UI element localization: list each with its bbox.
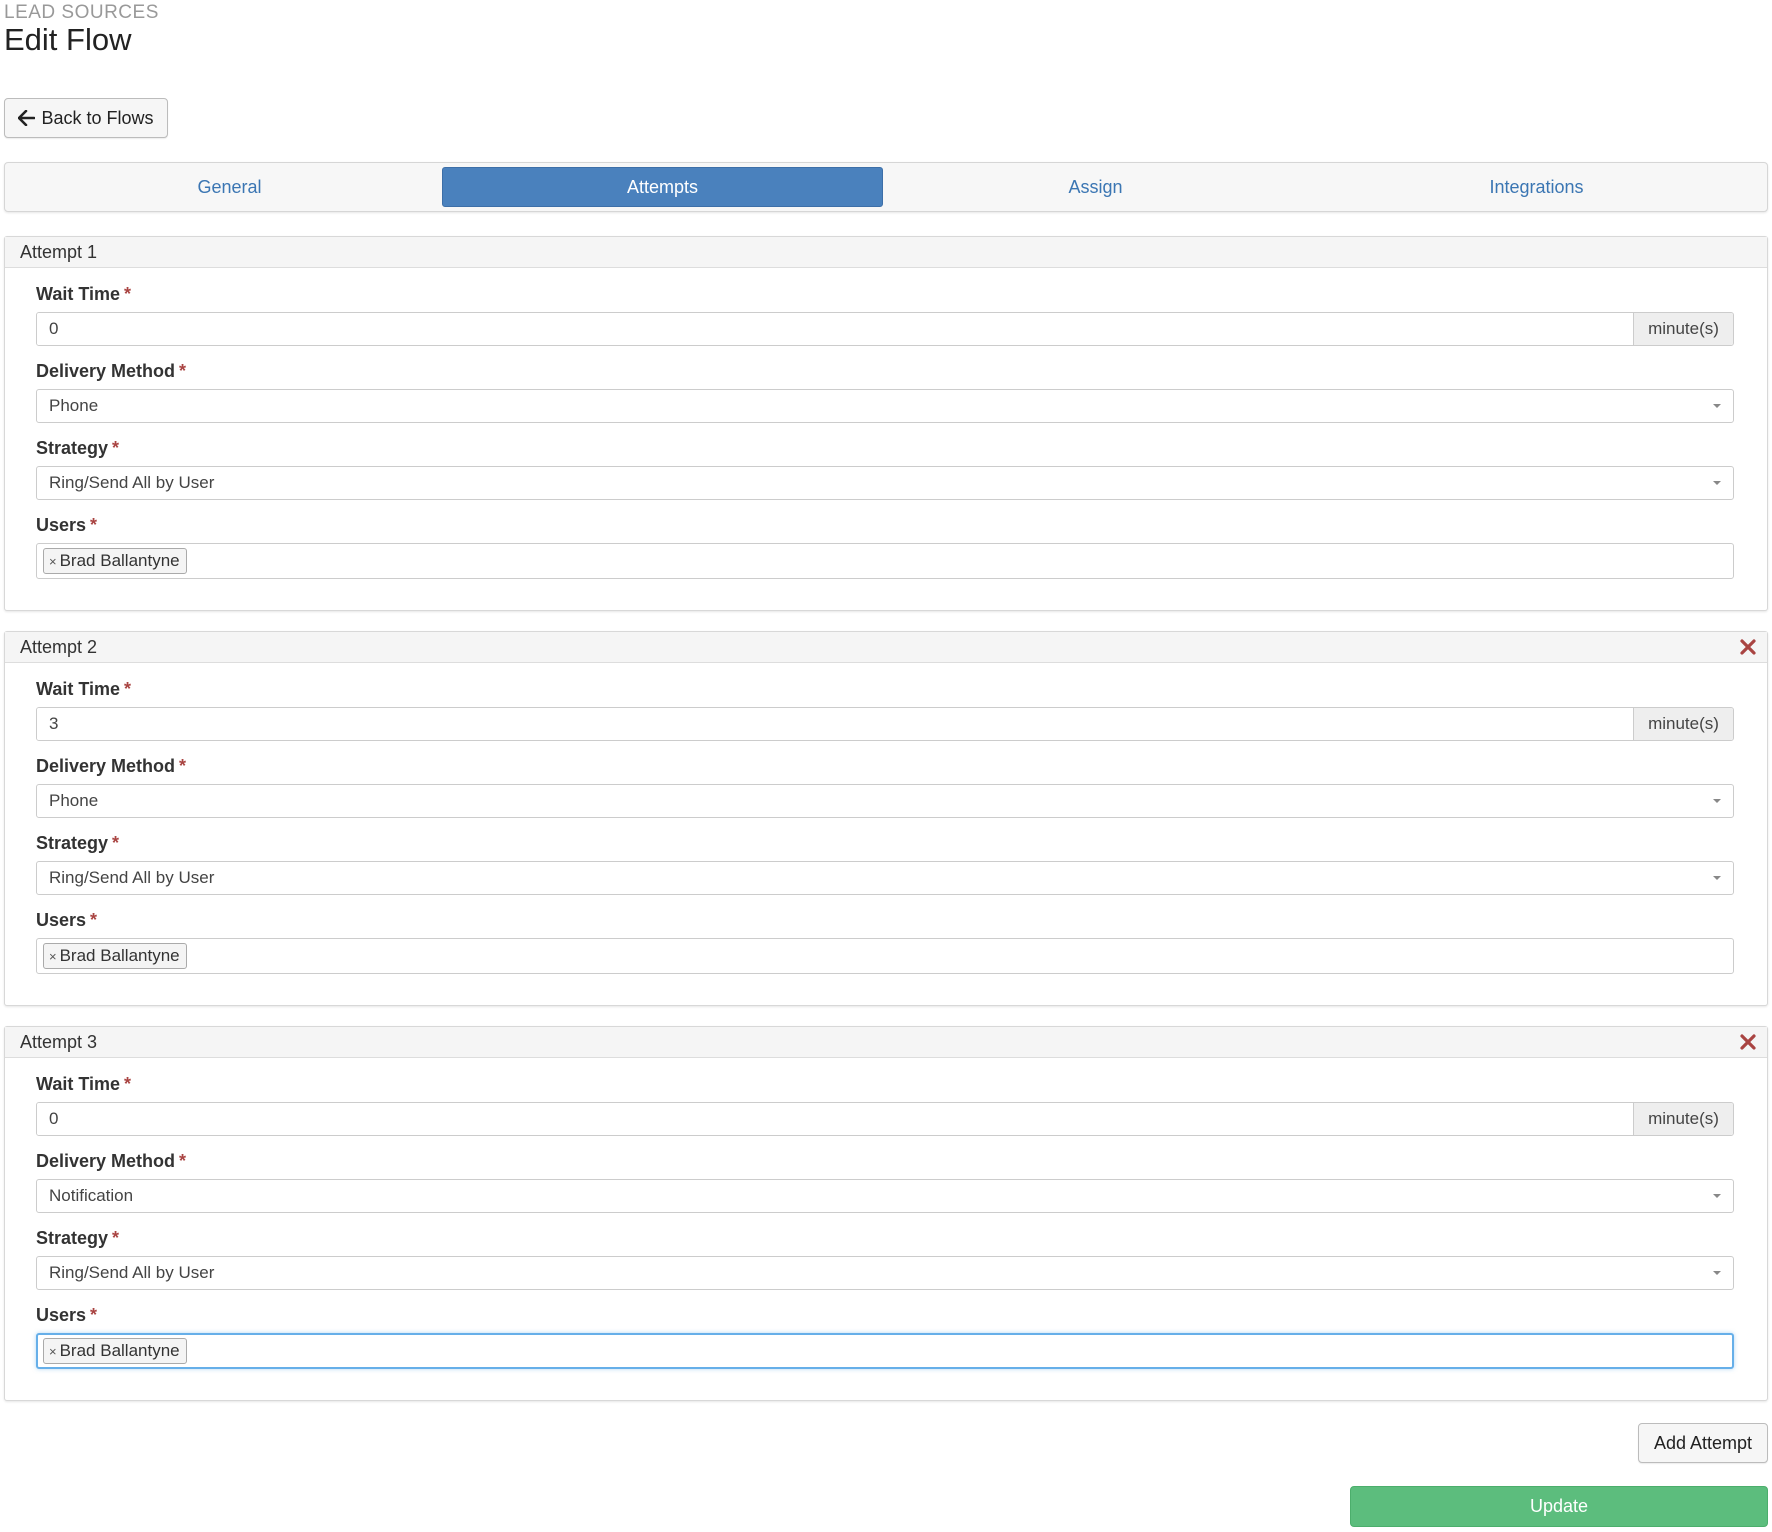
delivery-method-select[interactable]: Phone [36,389,1734,423]
required-marker: * [112,438,120,458]
delivery-method-label: Delivery Method * [36,756,186,777]
close-icon[interactable] [1739,638,1757,656]
caret-down-icon [1713,799,1721,803]
strategy-label: Strategy * [36,1228,119,1249]
caret-down-icon [1713,1194,1721,1198]
strategy-label-text: Strategy [36,1228,109,1248]
attempt-title: Attempt 3 [20,1032,98,1052]
required-marker: * [124,284,132,304]
users-input[interactable]: × Brad Ballantyne [36,938,1734,974]
caret-down-icon [1713,1271,1721,1275]
add-attempt-button[interactable]: Add Attempt [1638,1423,1768,1463]
users-label-text: Users [36,910,87,930]
strategy-value: Ring/Send All by User [49,868,215,887]
attempt-panel-header: Attempt 2 [5,632,1767,663]
attempt-panel-1: Attempt 1 Wait Time* minute(s) Delivery … [4,236,1768,611]
delivery-method-label-text: Delivery Method [36,1151,176,1171]
required-marker: * [112,833,120,853]
back-to-flows-label: Back to Flows [41,107,154,128]
strategy-select[interactable]: Ring/Send All by User [36,861,1734,895]
wait-time-label: Wait Time * [36,284,131,305]
delivery-method-label: Delivery Method * [36,361,186,382]
tab-general[interactable]: General [9,167,450,207]
required-marker: * [179,756,187,776]
attempt-title: Attempt 1 [20,242,98,262]
attempt-panel-2: Attempt 2 Wait Time* minute(s) Delivery … [4,631,1768,1006]
user-tag: × Brad Ballantyne [43,943,187,969]
wait-time-label: Wait Time * [36,1074,131,1095]
wait-time-group: minute(s) [36,312,1734,346]
tag-remove-icon[interactable]: × [49,949,57,964]
caret-down-icon [1713,404,1721,408]
user-tag-label: Brad Ballantyne [59,946,180,965]
back-to-flows-button[interactable]: Back to Flows [4,98,168,138]
required-marker: * [179,1151,187,1171]
attempt-title: Attempt 2 [20,637,98,657]
tag-remove-icon[interactable]: × [49,1344,57,1359]
wait-time-label-text: Wait Time [36,284,121,304]
attempt-panel-header: Attempt 3 [5,1027,1767,1058]
attempt-panel-header: Attempt 1 [5,237,1767,268]
strategy-select[interactable]: Ring/Send All by User [36,466,1734,500]
users-input[interactable]: × Brad Ballantyne [36,1333,1734,1369]
user-tag-label: Brad Ballantyne [59,551,180,570]
strategy-value: Ring/Send All by User [49,473,215,492]
users-label: Users * [36,515,97,536]
required-marker: * [112,1228,120,1248]
users-label-text: Users [36,1305,87,1325]
attempt-panel-3: Attempt 3 Wait Time* minute(s) Delivery … [4,1026,1768,1401]
flow-tabs: General Attempts Assign Integrations [4,162,1768,212]
tab-integrations[interactable]: Integrations [1316,167,1757,207]
tab-attempts[interactable]: Attempts [442,167,883,207]
arrow-left-icon [18,110,36,126]
caret-down-icon [1713,481,1721,485]
users-input[interactable]: × Brad Ballantyne [36,543,1734,579]
strategy-label: Strategy * [36,833,119,854]
required-marker: * [124,679,132,699]
users-label: Users * [36,1305,97,1326]
user-tag: × Brad Ballantyne [43,548,187,574]
wait-time-input[interactable] [37,708,1633,740]
delivery-method-label-text: Delivery Method [36,756,176,776]
strategy-label: Strategy * [36,438,119,459]
delivery-method-value: Phone [49,396,99,415]
tag-remove-icon[interactable]: × [49,554,57,569]
page-title: Edit Flow [4,22,132,57]
wait-time-unit: minute(s) [1633,1103,1733,1135]
wait-time-input[interactable] [37,1103,1633,1135]
wait-time-unit: minute(s) [1633,708,1733,740]
delivery-method-value: Notification [49,1186,134,1205]
tab-assign[interactable]: Assign [875,167,1316,207]
wait-time-group: minute(s) [36,1102,1734,1136]
required-marker: * [179,361,187,381]
delivery-method-select[interactable]: Phone [36,784,1734,818]
wait-time-input[interactable] [37,313,1633,345]
required-marker: * [90,515,98,535]
delivery-method-label-text: Delivery Method [36,361,176,381]
wait-time-group: minute(s) [36,707,1734,741]
delivery-method-label: Delivery Method * [36,1151,186,1172]
users-label: Users * [36,910,97,931]
wait-time-label-text: Wait Time [36,1074,121,1094]
wait-time-label: Wait Time * [36,679,131,700]
users-label-text: Users [36,515,87,535]
strategy-value: Ring/Send All by User [49,1263,215,1282]
user-tag: × Brad Ballantyne [43,1338,187,1364]
required-marker: * [90,1305,98,1325]
wait-time-label-text: Wait Time [36,679,121,699]
user-tag-label: Brad Ballantyne [59,1341,180,1360]
wait-time-unit: minute(s) [1633,313,1733,345]
delivery-method-value: Phone [49,791,99,810]
update-button[interactable]: Update [1350,1486,1768,1527]
close-icon[interactable] [1739,1033,1757,1051]
strategy-label-text: Strategy [36,833,109,853]
delivery-method-select[interactable]: Notification [36,1179,1734,1213]
caret-down-icon [1713,876,1721,880]
required-marker: * [90,910,98,930]
strategy-select[interactable]: Ring/Send All by User [36,1256,1734,1290]
required-marker: * [124,1074,132,1094]
strategy-label-text: Strategy [36,438,109,458]
section-label: LEAD SOURCES [4,2,159,23]
